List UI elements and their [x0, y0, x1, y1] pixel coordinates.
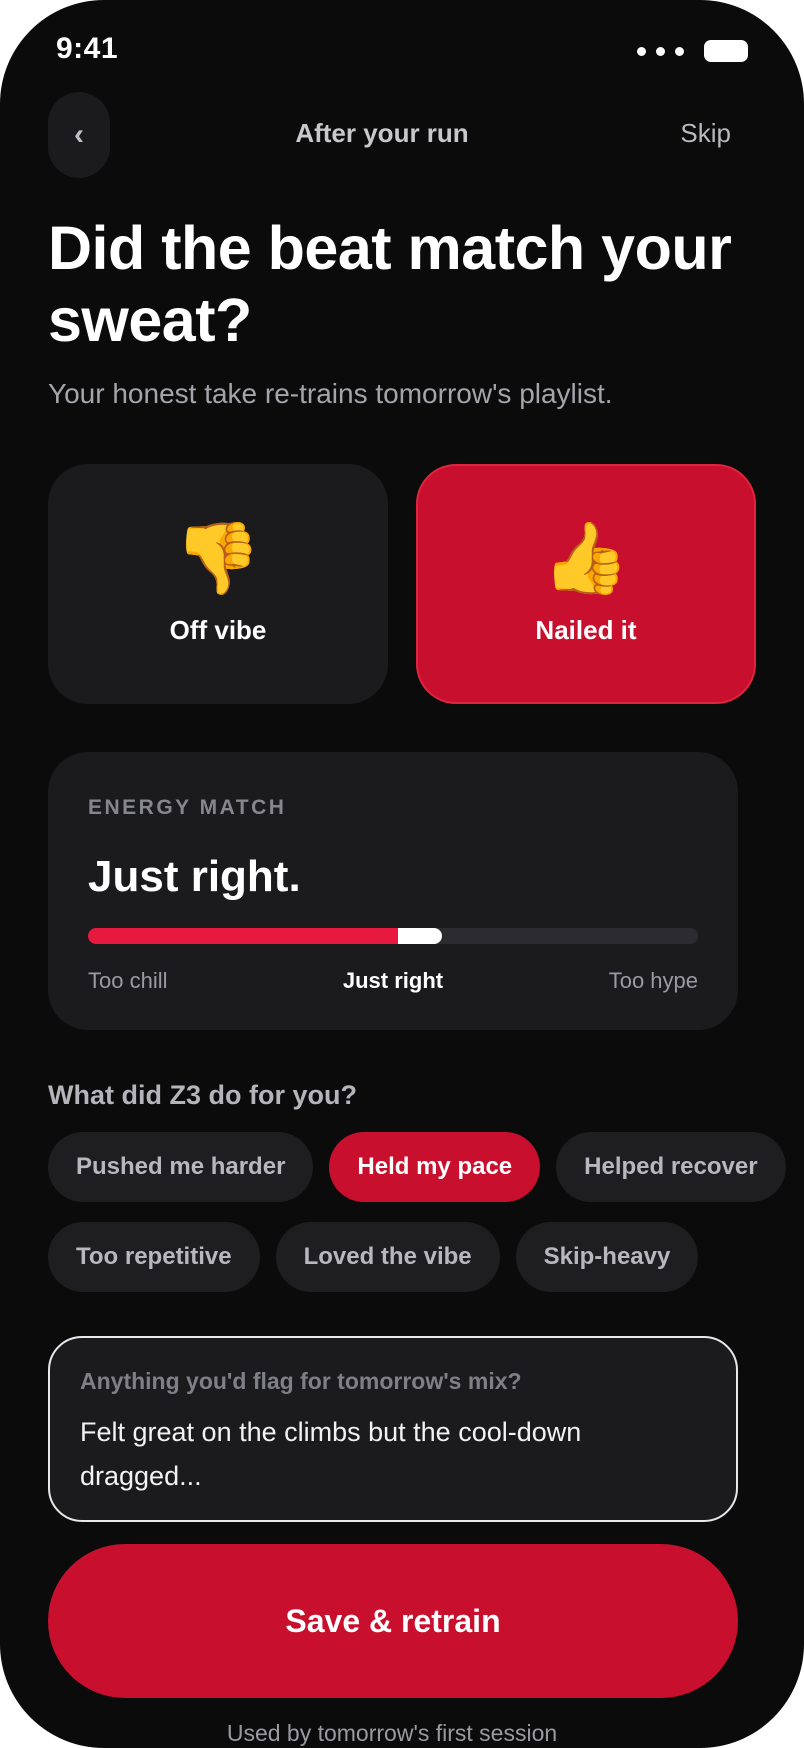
tag-chip-helped-recover[interactable]: Helped recover	[556, 1132, 786, 1202]
feedback-note-field[interactable]: Anything you'd flag for tomorrow's mix? …	[48, 1336, 738, 1522]
scale-label-high: Too hype	[608, 968, 698, 993]
thumbs-up-icon: 👍	[542, 516, 630, 599]
thumbs-down-icon: 👎	[174, 516, 262, 599]
tag-chip-too-repetitive[interactable]: Too repetitive	[48, 1222, 260, 1292]
tag-chip-loved-the-vibe[interactable]: Loved the vibe	[275, 1222, 500, 1292]
energy-slider-fill	[88, 928, 398, 944]
page-title: Did the beat match your sweat?	[48, 214, 732, 354]
signal-dot-icon	[637, 46, 646, 56]
tags-question: What did Z3 do for you?	[48, 1080, 357, 1110]
feedback-note-label: Anything you'd flag for tomorrow's mix?	[80, 1368, 522, 1394]
off-vibe-button[interactable]: 👎 Off vibe	[48, 464, 388, 704]
nav-title: After your run	[295, 118, 469, 148]
footnote: Used by tomorrow's first session	[226, 1720, 558, 1746]
tag-chip-pushed-me-harder[interactable]: Pushed me harder	[48, 1132, 314, 1202]
phone-screen: 9:41 ‹ After your run Skip Did the beat …	[0, 0, 804, 1748]
status-icons	[637, 40, 748, 62]
status-bar: 9:41	[0, 0, 804, 100]
signal-dot-icon	[656, 46, 665, 56]
signal-dot-icon	[675, 46, 684, 56]
tag-row-1: Pushed me harder Held my pace Helped rec…	[48, 1132, 786, 1202]
nailed-it-button[interactable]: 👍 Nailed it	[416, 464, 756, 704]
status-time: 9:41	[56, 32, 119, 65]
nailed-it-label: Nailed it	[535, 614, 637, 645]
off-vibe-label: Off vibe	[169, 614, 267, 645]
tag-chip-held-my-pace[interactable]: Held my pace	[329, 1132, 541, 1202]
feedback-note-value[interactable]: Felt great on the climbs but the cool-do…	[80, 1410, 700, 1498]
energy-slider[interactable]	[88, 928, 698, 944]
save-retrain-button[interactable]: Save & retrain	[48, 1544, 738, 1698]
energy-value: Just right.	[88, 852, 301, 901]
battery-icon	[704, 40, 748, 62]
tag-chip-skip-heavy[interactable]: Skip-heavy	[515, 1222, 699, 1292]
energy-slider-thumb[interactable]	[397, 928, 442, 944]
page-subtitle: Your honest take re-trains tomorrow's pl…	[48, 378, 613, 409]
energy-eyebrow: ENERGY MATCH	[88, 796, 287, 819]
energy-match-card: ENERGY MATCH Just right. Too chill Just …	[48, 752, 738, 1030]
skip-button[interactable]: Skip	[680, 118, 731, 149]
tag-row-2: Too repetitive Loved the vibe Skip-heavy	[48, 1222, 699, 1292]
